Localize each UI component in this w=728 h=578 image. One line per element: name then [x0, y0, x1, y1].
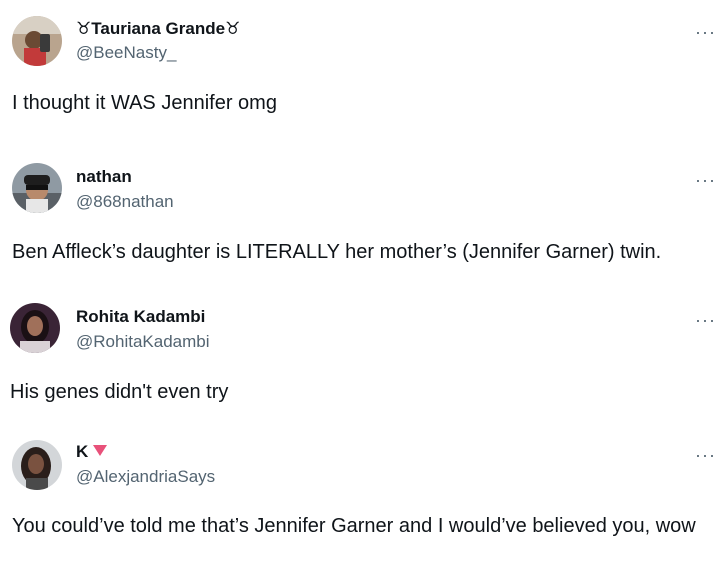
avatar[interactable] — [12, 440, 62, 490]
avatar-image — [10, 303, 60, 353]
more-options-button[interactable]: ··· — [695, 23, 716, 41]
avatar-image — [12, 16, 62, 66]
user-handle[interactable]: @868nathan — [76, 192, 174, 212]
tweet-text: His genes didn't even try — [10, 381, 229, 403]
display-name[interactable]: Rohita Kadambi — [76, 307, 205, 327]
pink-triangle-down-icon — [93, 445, 108, 456]
display-name[interactable]: ♉Tauriana Grande♉ — [76, 19, 240, 39]
display-name[interactable]: K — [76, 442, 108, 462]
avatar-image — [12, 440, 62, 490]
tweet[interactable]: nathan @868nathan ··· Ben Affleck’s daug… — [0, 145, 728, 293]
user-handle[interactable]: @RohitaKadambi — [76, 332, 210, 352]
tweet[interactable]: Rohita Kadambi @RohitaKadambi ··· His ge… — [0, 293, 728, 428]
more-options-button[interactable]: ··· — [695, 446, 716, 464]
avatar[interactable] — [10, 303, 60, 353]
tweet[interactable]: ♉Tauriana Grande♉ @BeeNasty_ ··· I thoug… — [0, 0, 728, 145]
avatar-image — [12, 163, 62, 213]
user-handle[interactable]: @BeeNasty_ — [76, 43, 176, 63]
more-options-button[interactable]: ··· — [695, 311, 716, 329]
display-name-text: K — [76, 442, 89, 461]
avatar[interactable] — [12, 163, 62, 213]
tweet-text: Ben Affleck’s daughter is LITERALLY her … — [12, 241, 662, 263]
display-name[interactable]: nathan — [76, 167, 132, 187]
avatar[interactable] — [12, 16, 62, 66]
tweet-text: I thought it WAS Jennifer omg — [12, 92, 277, 114]
tweet-text: You could’ve told me that’s Jennifer Gar… — [12, 515, 696, 537]
user-handle[interactable]: @AlexjandriaSays — [76, 467, 215, 487]
tweet[interactable]: K @AlexjandriaSays ··· You could’ve told… — [0, 428, 728, 578]
tweet-feed: ♉Tauriana Grande♉ @BeeNasty_ ··· I thoug… — [0, 0, 728, 578]
more-options-button[interactable]: ··· — [695, 171, 716, 189]
